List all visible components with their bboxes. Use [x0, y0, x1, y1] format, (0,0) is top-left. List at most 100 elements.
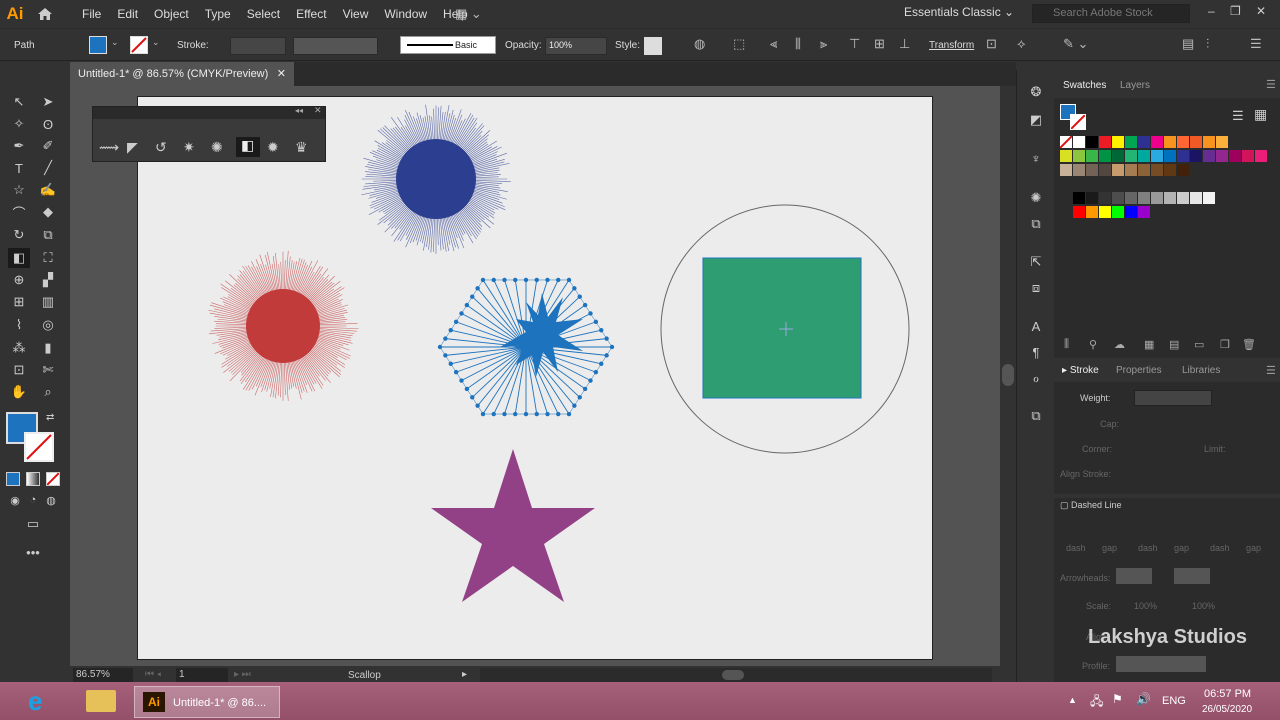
symbol-sprayer-icon[interactable]: ⁂ [8, 338, 30, 358]
tab-stroke[interactable]: ▸ Stroke [1062, 365, 1099, 376]
status-arrow-icon[interactable]: ▸ [462, 669, 467, 680]
gray-swatch[interactable] [1203, 192, 1215, 204]
color-swatch[interactable] [1073, 150, 1085, 162]
tab-libraries[interactable]: Libraries [1182, 365, 1220, 376]
anchor-point[interactable] [448, 361, 453, 366]
anchor-point[interactable] [470, 294, 475, 299]
scroll-thumb[interactable] [1002, 364, 1014, 386]
horizontal-scrollbar[interactable] [480, 668, 992, 682]
anchor-point[interactable] [459, 378, 464, 383]
hand-tool-icon[interactable]: ✋ [8, 382, 30, 402]
recolor-artwork-icon[interactable]: ◍ [694, 36, 705, 52]
group-swatch[interactable] [1073, 206, 1085, 218]
align-bottom-icon[interactable]: ⊥ [899, 36, 910, 52]
anchor-point[interactable] [475, 286, 480, 291]
zoom-tool-icon[interactable]: ⌕ [37, 382, 59, 402]
color-swatch[interactable] [1255, 150, 1267, 162]
scale-end-field[interactable]: 100% [1192, 601, 1215, 611]
stroke-swatch[interactable] [130, 36, 148, 54]
green-rectangle[interactable] [702, 257, 862, 399]
weight-field[interactable] [1134, 390, 1212, 406]
gray-swatch[interactable] [1099, 192, 1111, 204]
star-tool-icon[interactable]: ☆ [8, 180, 30, 200]
gray-swatch[interactable] [1164, 192, 1176, 204]
tab-layers[interactable]: Layers [1120, 80, 1150, 91]
color-swatch[interactable] [1138, 136, 1150, 148]
panel-menu-icon[interactable]: ☰ [1266, 78, 1276, 91]
color-guide-icon[interactable]: ❂ [1025, 82, 1047, 102]
new-swatch-icon[interactable]: ❐ [1220, 338, 1230, 351]
group-swatch[interactable] [1086, 206, 1098, 218]
arrowhead-start-dropdown[interactable] [1116, 568, 1152, 584]
gradient-tool-icon[interactable]: ▥ [37, 292, 59, 312]
arrange-icon[interactable]: ▤ [1182, 36, 1194, 52]
minimize-icon[interactable]: – [1208, 4, 1215, 18]
color-swatch[interactable] [1125, 164, 1137, 176]
anchor-point[interactable] [556, 277, 561, 283]
show-hidden-icons-icon[interactable]: ▲ [1068, 695, 1077, 705]
color-swatch[interactable] [1164, 150, 1176, 162]
anchor-point[interactable] [453, 369, 459, 375]
group-swatch[interactable] [1099, 206, 1111, 218]
color-swatch[interactable] [1151, 164, 1163, 176]
close-icon[interactable]: ✕ [314, 105, 322, 116]
anchor-point[interactable] [593, 369, 599, 375]
anchor-point[interactable] [523, 277, 529, 283]
free-transform-icon[interactable]: ⛶ [37, 248, 59, 268]
color-swatch[interactable] [1086, 164, 1098, 176]
align-right-icon[interactable]: ⫸ [820, 36, 827, 52]
grid-view-icon[interactable]: ▦ [1254, 106, 1267, 123]
color-swatch[interactable] [1177, 150, 1189, 162]
stroke-weight-field[interactable] [230, 37, 286, 55]
color-swatch[interactable] [1229, 150, 1241, 162]
brushes-icon[interactable]: ♆ [1025, 148, 1047, 168]
anchor-point[interactable] [545, 411, 550, 417]
workspace-switcher[interactable]: Essentials Classic ⌄ [904, 5, 1014, 19]
align-middle-icon[interactable]: ⊞ [874, 36, 885, 52]
action-center-icon[interactable]: ⚑ [1112, 692, 1123, 706]
restore-icon[interactable]: ❐ [1230, 4, 1241, 18]
eyedropper-icon[interactable]: ⌇ [8, 315, 30, 335]
shaper-tool-icon[interactable]: ⌒ [8, 202, 30, 222]
opentype-icon[interactable]: ℴ [1025, 368, 1047, 388]
color-panel-icon[interactable]: ◩ [1025, 110, 1047, 130]
color-swatch[interactable] [1151, 150, 1163, 162]
color-swatch[interactable] [1099, 136, 1111, 148]
group-swatch[interactable] [1112, 206, 1124, 218]
anchor-point[interactable] [502, 411, 507, 417]
anchor-point[interactable] [443, 353, 448, 358]
transform-icon[interactable]: ⧉ [1025, 406, 1047, 426]
purple-star[interactable] [431, 449, 595, 602]
color-swatch[interactable] [1164, 164, 1176, 176]
flyout-titlebar[interactable]: ◂◂ ✕ [93, 105, 325, 119]
anchor-point[interactable] [491, 411, 496, 417]
anchor-point[interactable] [572, 403, 577, 408]
arrange-documents-icon[interactable]: ▦ ⌄ [455, 6, 482, 22]
graph-tool-icon[interactable]: ▮ [37, 338, 59, 358]
color-swatch[interactable] [1242, 150, 1254, 162]
draw-inside-icon[interactable]: ◍ [40, 490, 62, 510]
anchor-point[interactable] [437, 344, 443, 350]
anchor-point[interactable] [593, 319, 599, 325]
tab-swatches[interactable]: Swatches [1063, 80, 1106, 91]
gray-swatch[interactable] [1151, 192, 1163, 204]
color-swatch[interactable] [1060, 164, 1072, 176]
mesh-tool-icon[interactable]: ⊞ [8, 292, 30, 312]
home-icon[interactable] [30, 7, 60, 21]
anchor-point[interactable] [582, 302, 588, 308]
anchor-point[interactable] [534, 277, 539, 283]
blend-tool-icon[interactable]: ◎ [37, 315, 59, 335]
gray-swatch[interactable] [1125, 192, 1137, 204]
anchor-point[interactable] [513, 411, 518, 417]
symbols-icon[interactable]: ✺ [1025, 188, 1047, 208]
menu-file[interactable]: File [74, 7, 109, 21]
paintbrush-icon[interactable]: ✍ [37, 180, 59, 200]
crystallize-tool-icon[interactable]: ✹ [267, 139, 279, 156]
language-indicator[interactable]: ENG [1162, 695, 1186, 707]
width-tool-icon[interactable]: ⟿ [99, 139, 119, 156]
anchor-point[interactable] [464, 302, 470, 308]
anchor-point[interactable] [480, 277, 486, 283]
panel-stroke-swatch[interactable] [1070, 114, 1086, 130]
anchor-point[interactable] [588, 311, 593, 316]
gradient-mode-icon[interactable] [26, 472, 40, 486]
